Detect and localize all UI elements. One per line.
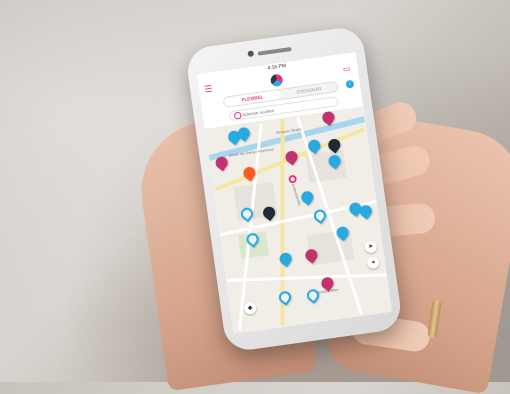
app-logo-icon — [269, 73, 284, 88]
current-location-dot — [288, 174, 298, 184]
compass-icon[interactable]: ➤ — [364, 240, 378, 254]
app-screen: 4:16 PM ☰ ▭ FLEXIBEL STATIONÄR i Adresse… — [197, 52, 393, 334]
menu-icon[interactable]: ☰ — [204, 83, 214, 94]
navigation-icon[interactable]: ◆ — [243, 301, 257, 316]
speaker-grille — [257, 47, 292, 56]
road — [226, 273, 387, 282]
car-icon[interactable]: ▭ — [342, 64, 353, 74]
search-icon — [233, 111, 242, 120]
locate-icon[interactable]: ◂ — [366, 255, 380, 270]
info-icon[interactable]: i — [345, 79, 355, 89]
front-camera — [247, 50, 255, 58]
map-view[interactable]: Stralauer Straße Straße der Pariser Komm… — [204, 106, 393, 334]
bike-station-pin[interactable] — [276, 288, 294, 306]
street-label: Andreasstraße — [290, 183, 302, 207]
